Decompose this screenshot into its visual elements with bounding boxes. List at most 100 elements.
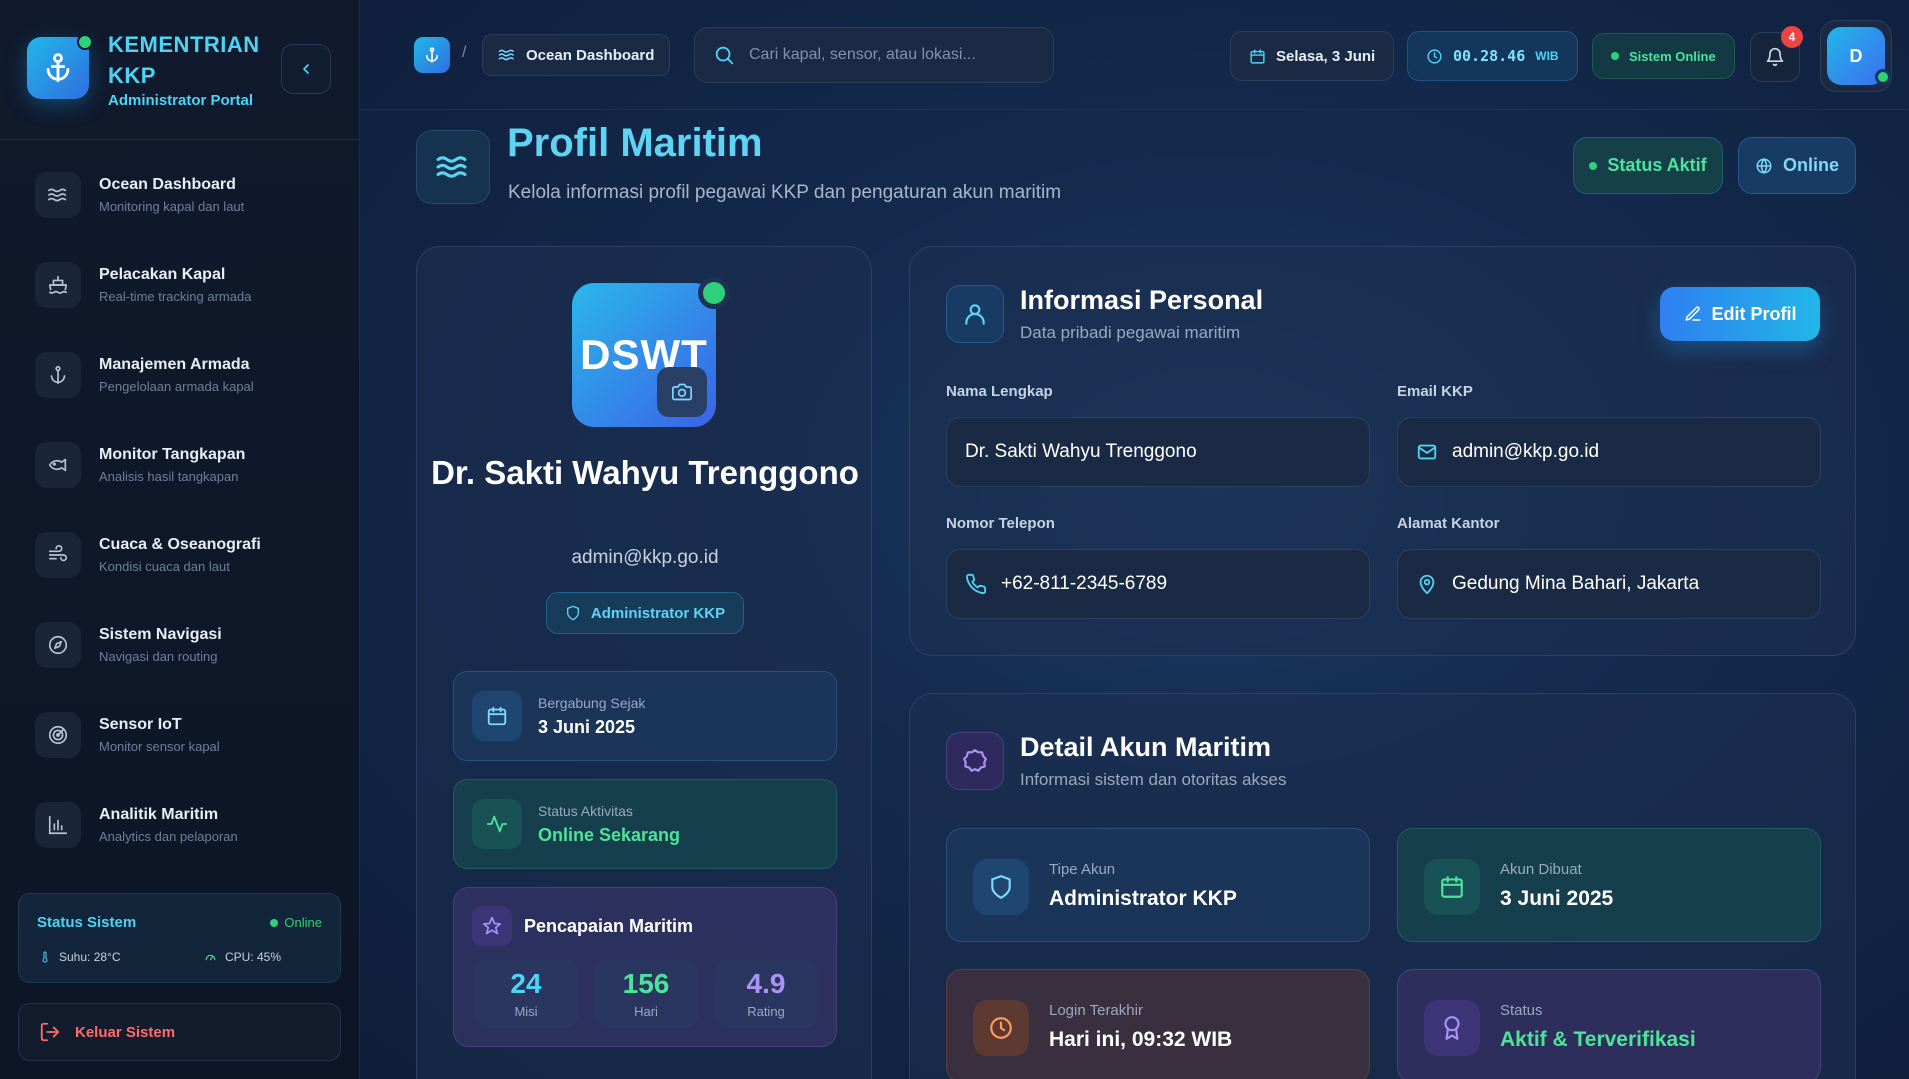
sidebar-item-pelacakan-kapal[interactable]: Pelacakan Kapal Real-time tracking armad… [0, 240, 359, 330]
stat-value: 156 [622, 968, 670, 999]
full-name-field[interactable]: Dr. Sakti Wahyu Trenggono [946, 417, 1370, 487]
waves-icon [416, 130, 490, 204]
last-login-label: Login Terakhir [1049, 1002, 1143, 1019]
account-created-box: Akun Dibuat 3 Juni 2025 [1397, 828, 1821, 942]
system-online-text: Sistem Online [1629, 48, 1716, 64]
sidebar-nav: Ocean Dashboard Monitoring kapal dan lau… [0, 150, 359, 870]
status-active-text: Status Aktif [1607, 155, 1707, 175]
activity-icon [472, 799, 522, 849]
account-type-label: Tipe Akun [1049, 861, 1116, 878]
achievements-title: Pencapaian Maritim [524, 916, 694, 936]
account-type-box: Tipe Akun Administrator KKP [946, 828, 1370, 942]
camera-icon [672, 383, 692, 401]
activity-status-label: Status Aktivitas [538, 802, 633, 819]
personal-info-subtitle: Data pribadi pegawai maritim [1020, 323, 1241, 342]
sidebar-item-desc: Pengelolaan armada kapal [99, 379, 254, 394]
activity-status-row: Status Aktivitas Online Sekarang [453, 779, 837, 869]
sidebar-item-monitor-tangkapan[interactable]: Monitor Tangkapan Analisis hasil tangkap… [0, 420, 359, 510]
sidebar-item-desc: Analytics dan pelaporan [99, 829, 238, 844]
search-bar [694, 27, 1054, 83]
sidebar-collapse-button[interactable] [281, 44, 331, 94]
account-detail-subtitle: Informasi sistem dan otoritas akses [1020, 770, 1287, 789]
brand-online-dot [77, 34, 93, 50]
sidebar-item-cuaca-oseanografi[interactable]: Cuaca & Oseanografi Kondisi cuaca dan la… [0, 510, 359, 600]
app-root: KEMENTRIAN KKP Administrator Portal Ocea… [0, 0, 1909, 1079]
search-input[interactable] [749, 46, 1029, 64]
badge-icon [946, 732, 1004, 790]
status-active-badge: Status Aktif [1573, 137, 1723, 194]
stat-label: Misi [514, 1004, 538, 1019]
sidebar-item-desc: Analisis hasil tangkapan [99, 469, 239, 484]
edit-profile-button[interactable]: Edit Profil [1660, 287, 1820, 341]
account-status-value: Aktif & Terverifikasi [1500, 1028, 1696, 1051]
search-icon [715, 46, 734, 65]
logout-label: Keluar Sistem [75, 1023, 176, 1041]
address-label: Alamat Kantor [1397, 515, 1500, 532]
account-status-box: Status Aktif & Terverifikasi [1397, 969, 1821, 1079]
last-login-value: Hari ini, 09:32 WIB [1049, 1028, 1233, 1051]
main-content: / Ocean Dashboard Selasa, 3 Juni 00.28.4… [360, 0, 1909, 1079]
sidebar-item-analitik-maritim[interactable]: Analitik Maritim Analytics dan pelaporan [0, 780, 359, 870]
award-icon [1424, 1000, 1480, 1056]
system-status-title: Status Sistem [37, 914, 137, 931]
profile-role-badge: Administrator KKP [546, 592, 744, 634]
star-icon [472, 906, 512, 946]
pencil-icon [1685, 306, 1700, 321]
system-status-card: Status Sistem Online Suhu: 28°C CPU: 45% [18, 893, 341, 983]
online-badge-text: Online [1782, 155, 1839, 175]
address-field[interactable]: Gedung Mina Bahari, Jakarta [1397, 549, 1821, 619]
address-value: Gedung Mina Bahari, Jakarta [1452, 573, 1700, 594]
profile-role-text: Administrator KKP [590, 604, 726, 622]
last-login-box: Login Terakhir Hari ini, 09:32 WIB [946, 969, 1370, 1079]
phone-label: Nomor Telepon [946, 515, 1055, 532]
system-status-online: Online [270, 915, 322, 930]
edit-profile-label: Edit Profil [1711, 303, 1797, 324]
breadcrumb-current[interactable]: Ocean Dashboard [482, 34, 671, 76]
online-dot [1611, 52, 1619, 60]
user-online-dot [1875, 69, 1891, 85]
calendar-icon [472, 691, 522, 741]
sidebar-item-manajemen-armada[interactable]: Manajemen Armada Pengelolaan armada kapa… [0, 330, 359, 420]
profile-card: DSWT Dr. Sakti Wahyu Trenggono admin@kkp… [416, 246, 872, 1079]
stat-label: Hari [634, 1004, 658, 1019]
breadcrumb-home-button[interactable] [414, 37, 450, 73]
stat-label: Rating [747, 1004, 785, 1019]
profile-name: Dr. Sakti Wahyu Trenggono [431, 454, 859, 491]
sidebar-item-label: Pelacakan Kapal [99, 266, 226, 283]
anchor-icon [425, 47, 439, 63]
online-dot [1589, 161, 1598, 170]
clock-icon [973, 1000, 1029, 1056]
stat-rating: 4.9 Rating [714, 960, 818, 1028]
calendar-icon [1250, 48, 1265, 64]
system-status-state: Online [284, 915, 322, 930]
account-type-value: Administrator KKP [1049, 887, 1237, 910]
online-badge: Online [1738, 137, 1856, 194]
change-photo-button[interactable] [657, 367, 707, 417]
page-title: Profil Maritim [507, 121, 763, 165]
topbar: / Ocean Dashboard Selasa, 3 Juni 00.28.4… [360, 0, 1909, 110]
stat-days: 156 Hari [594, 960, 698, 1028]
page-subtitle: Kelola informasi profil pegawai KKP dan … [508, 182, 1062, 203]
waves-icon [498, 49, 514, 61]
sidebar-item-label: Analitik Maritim [99, 806, 219, 823]
ship-icon [35, 262, 81, 308]
sidebar-item-sistem-navigasi[interactable]: Sistem Navigasi Navigasi dan routing [0, 600, 359, 690]
notification-count-badge: 4 [1781, 26, 1803, 48]
email-value: admin@kkp.go.id [1452, 441, 1600, 462]
personal-info-title: Informasi Personal [1020, 285, 1264, 315]
date-text: Selasa, 3 Juni [1276, 47, 1376, 65]
phone-field[interactable]: +62-811-2345-6789 [946, 549, 1370, 619]
joined-since-label: Bergabung Sejak [538, 694, 646, 711]
shield-icon [566, 605, 579, 621]
timezone-text: WIB [1535, 49, 1559, 63]
logout-button[interactable]: Keluar Sistem [18, 1003, 341, 1061]
sidebar-item-ocean-dashboard[interactable]: Ocean Dashboard Monitoring kapal dan lau… [0, 150, 359, 240]
sidebar-item-sensor-iot[interactable]: Sensor IoT Monitor sensor kapal [0, 690, 359, 780]
sidebar-item-label: Ocean Dashboard [99, 176, 236, 193]
online-dot [270, 918, 279, 927]
clock-icon [1427, 48, 1442, 64]
account-created-label: Akun Dibuat [1500, 861, 1582, 878]
email-field[interactable]: admin@kkp.go.id [1397, 417, 1821, 487]
system-cpu-text: CPU: 45% [225, 950, 282, 964]
sidebar: KEMENTRIAN KKP Administrator Portal Ocea… [0, 0, 360, 1079]
